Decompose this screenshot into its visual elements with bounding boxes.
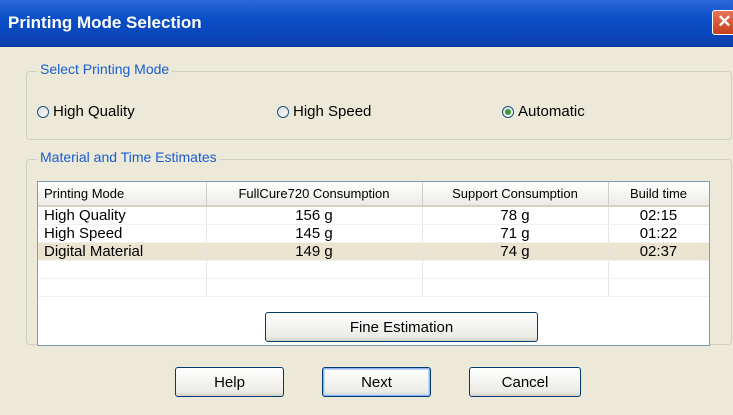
table-row-empty bbox=[38, 260, 709, 279]
close-button[interactable]: ✕ bbox=[712, 10, 733, 35]
cancel-button[interactable]: Cancel bbox=[469, 367, 581, 397]
column-header-fullcure-consumption[interactable]: FullCure720 Consumption bbox=[206, 182, 423, 207]
help-button[interactable]: Help bbox=[175, 367, 284, 397]
dialog-body: Select Printing Mode High Quality High S… bbox=[0, 47, 733, 415]
table-row-selected[interactable]: Digital Material 149 g 74 g 02:37 bbox=[38, 242, 709, 261]
title-bar[interactable]: Printing Mode Selection ✕ bbox=[0, 0, 733, 47]
cell-fullcure: 145 g bbox=[206, 224, 423, 243]
cell-time: 02:15 bbox=[608, 206, 709, 225]
cell-support: 71 g bbox=[422, 224, 609, 243]
radio-label: High Speed bbox=[293, 103, 372, 120]
radio-high-speed[interactable]: High Speed bbox=[277, 103, 371, 120]
cell-mode: Digital Material bbox=[38, 242, 207, 261]
radio-high-quality[interactable]: High Quality bbox=[37, 103, 135, 120]
radio-circle-icon bbox=[37, 105, 49, 118]
close-icon: ✕ bbox=[717, 12, 732, 31]
fine-estimation-button[interactable]: Fine Estimation bbox=[265, 312, 538, 342]
cell-mode: High Quality bbox=[38, 206, 207, 225]
radio-automatic[interactable]: Automatic bbox=[502, 103, 585, 120]
column-header-printing-mode[interactable]: Printing Mode bbox=[38, 182, 207, 207]
table-header-row: Printing Mode FullCure720 Consumption Su… bbox=[38, 182, 709, 207]
table-row[interactable]: High Quality 156 g 78 g 02:15 bbox=[38, 206, 709, 225]
cell-support: 78 g bbox=[422, 206, 609, 225]
cell-fullcure: 149 g bbox=[206, 242, 423, 261]
table-row-empty bbox=[38, 278, 709, 297]
cell-fullcure: 156 g bbox=[206, 206, 423, 225]
radio-label: High Quality bbox=[53, 103, 135, 120]
column-header-build-time[interactable]: Build time bbox=[608, 182, 709, 207]
column-header-support-consumption[interactable]: Support Consumption bbox=[422, 182, 609, 207]
radio-label: Automatic bbox=[518, 103, 585, 120]
window-title: Printing Mode Selection bbox=[8, 13, 202, 32]
radio-circle-icon bbox=[277, 105, 289, 118]
next-button[interactable]: Next bbox=[322, 367, 431, 397]
radio-selected-icon bbox=[502, 105, 514, 118]
cell-support: 74 g bbox=[422, 242, 609, 261]
cell-time: 02:37 bbox=[608, 242, 709, 261]
table-row[interactable]: High Speed 145 g 71 g 01:22 bbox=[38, 224, 709, 243]
cell-time: 01:22 bbox=[608, 224, 709, 243]
cell-mode: High Speed bbox=[38, 224, 207, 243]
printing-mode-legend: Select Printing Mode bbox=[37, 61, 173, 77]
estimates-legend: Material and Time Estimates bbox=[37, 149, 220, 165]
